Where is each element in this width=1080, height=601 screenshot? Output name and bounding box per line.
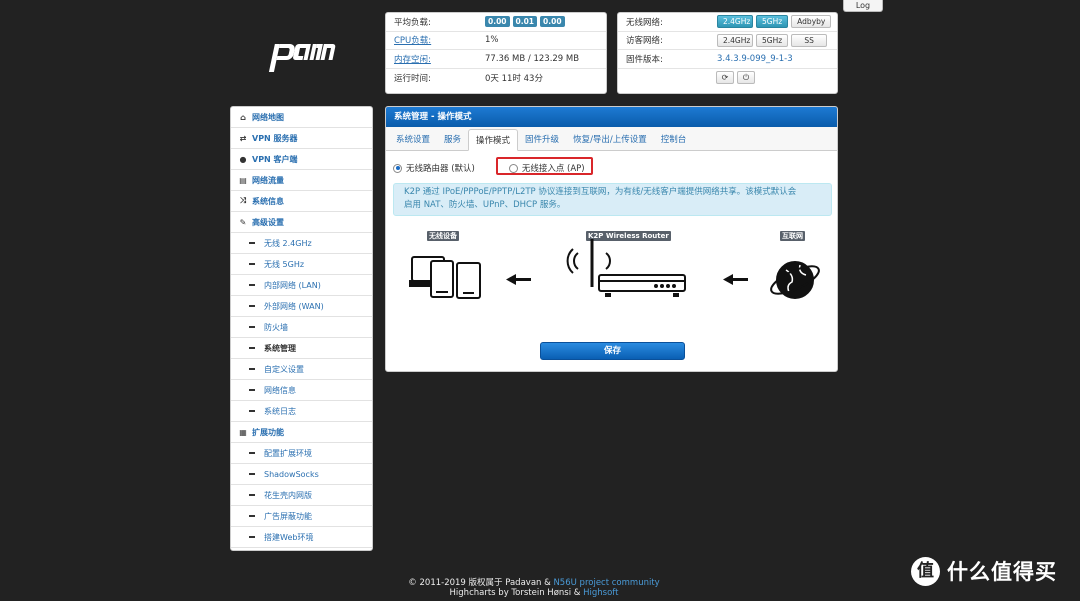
- watermark-logo: 值: [911, 556, 940, 586]
- tab-operation-mode[interactable]: 操作模式: [468, 129, 519, 151]
- exchange-icon: ⇄: [239, 133, 247, 143]
- uptime-row: 运行时间: 0天 11时 43分: [386, 69, 606, 88]
- tab-console[interactable]: 控制台: [654, 129, 694, 150]
- guest-row: 访客网络: 2.4GHz 5GHz SS: [618, 32, 837, 50]
- wrench-icon: ✎: [239, 217, 247, 227]
- sidebar-item-vpn-client[interactable]: ● VPN 客户端: [231, 149, 372, 170]
- padavan-logo: [265, 34, 345, 74]
- sidebar-sub-shadowsocks[interactable]: ShadowSocks: [231, 464, 372, 485]
- devices-icon: [409, 256, 481, 299]
- firmware-version-link[interactable]: 3.4.3.9-099_9-1-3: [717, 54, 793, 64]
- watermark: 值 什么值得买: [911, 556, 1057, 586]
- sidebar-sub-oray[interactable]: 花生壳内网版: [231, 485, 372, 506]
- adbyby-button[interactable]: Adbyby: [791, 15, 832, 29]
- network-status-box: 无线网络: 2.4GHz 5GHz Adbyby 访客网络: 2.4GHz 5G…: [617, 12, 838, 94]
- sidebar-sub-firewall[interactable]: 防火墙: [231, 317, 372, 338]
- refresh-icon[interactable]: ⟳: [716, 71, 734, 85]
- sidebar-sub-administration[interactable]: 系统管理: [231, 338, 372, 359]
- sidebar-item-vpn-server[interactable]: ⇄ VPN 服务器: [231, 128, 372, 149]
- power-icon[interactable]: ⏻: [737, 71, 755, 85]
- monitor-icon: ▤: [239, 175, 247, 185]
- firmware-row: 固件版本: 3.4.3.9-099_9-1-3: [618, 50, 837, 69]
- save-button[interactable]: 保存: [540, 342, 685, 360]
- footer-line2: Highcharts by Torstein Hønsi & Highsoft: [449, 588, 619, 598]
- sidebar-sub-wireless-2g[interactable]: 无线 2.4GHz: [231, 233, 372, 254]
- uptime-label: 运行时间:: [394, 73, 431, 84]
- system-status-box: 平均负载: 0.00 0.01 0.00 CPU负载: 1% 内存空闲: 77.…: [385, 12, 607, 94]
- sidebar-sub-wireless-5g[interactable]: 无线 5GHz: [231, 254, 372, 275]
- sidebar-item-advanced[interactable]: ✎ 高级设置: [231, 212, 372, 233]
- wireless-row: 无线网络: 2.4GHz 5GHz Adbyby: [618, 13, 837, 32]
- guest-5g-button[interactable]: 5GHz: [756, 33, 789, 47]
- sidebar-menu: ⌂ 网络地图 ⇄ VPN 服务器 ● VPN 客户端 ▤ 网络流量 ⤨ 系统信息 ✎ 高级设…: [230, 106, 373, 551]
- log-button[interactable]: Log: [843, 0, 883, 12]
- tab-bar: 系统设置 服务 操作模式 固件升级 恢复/导出/上传设置 控制台: [386, 127, 837, 151]
- diagram-graphics: [409, 239, 820, 299]
- tab-system-settings[interactable]: 系统设置: [389, 129, 437, 150]
- sidebar-sub-syslog[interactable]: 系统日志: [231, 401, 372, 422]
- globe-icon: ●: [239, 154, 247, 164]
- watermark-text: 什么值得买: [947, 560, 1057, 584]
- load-average-label: 平均负载:: [394, 17, 431, 28]
- mode-description: K2P 通过 IPoE/PPPoE/PPTP/L2TP 协议连接到互联网，为有线…: [393, 183, 832, 216]
- tab-firmware-upgrade[interactable]: 固件升级: [518, 129, 566, 150]
- operation-mode-panel: 系统管理 - 操作模式 系统设置 服务 操作模式 固件升级 恢复/导出/上传设置…: [385, 106, 838, 372]
- left-arrow-icon-2: [723, 274, 748, 285]
- mode-diagram: 无线设备 K2P Wireless Router 互联网: [386, 225, 837, 315]
- ap-highlight-box: [496, 157, 593, 175]
- load-1min-badge: 0.00: [485, 16, 510, 28]
- tab-services[interactable]: 服务: [437, 129, 468, 150]
- load-5min-badge: 0.01: [512, 16, 538, 28]
- load-average-row: 平均负载: 0.00 0.01 0.00: [386, 13, 606, 32]
- sidebar-item-extensions[interactable]: ▦ 扩展功能: [231, 422, 372, 443]
- sidebar-sub-custom[interactable]: 自定义设置: [231, 359, 372, 380]
- memory-row: 内存空闲: 77.36 MB / 123.29 MB: [386, 50, 606, 69]
- home-icon: ⌂: [240, 112, 246, 122]
- left-arrow-icon: [506, 274, 531, 285]
- sidebar-sub-web-env[interactable]: 搭建Web环境: [231, 527, 372, 548]
- action-row: ⟳ ⏻: [618, 69, 837, 88]
- panel-title: 系统管理 - 操作模式: [386, 107, 837, 127]
- firmware-label: 固件版本:: [626, 54, 663, 65]
- sidebar-sub-lan[interactable]: 内部网络 (LAN): [231, 275, 372, 296]
- footer-community-link[interactable]: N56U project community: [553, 578, 659, 588]
- cpu-load-value: 1%: [485, 35, 499, 46]
- footer-highsoft-link[interactable]: Highsoft: [583, 588, 618, 598]
- ss-button[interactable]: SS: [791, 33, 828, 47]
- sidebar-item-traffic[interactable]: ▤ 网络流量: [231, 170, 372, 191]
- tab-restore-export[interactable]: 恢复/导出/上传设置: [566, 129, 654, 150]
- guest-label: 访客网络:: [626, 36, 663, 47]
- wireless-label: 无线网络:: [626, 17, 663, 28]
- sidebar-sub-wan[interactable]: 外部网络 (WAN): [231, 296, 372, 317]
- mode-radio-group: 无线路由器 (默认) 无线接入点 (AP): [393, 157, 593, 175]
- footer-line1: © 2011-2019 版权属于 Padavan & N56U project …: [408, 578, 660, 588]
- internet-globe-icon: [770, 261, 820, 299]
- sidebar-sub-network-info[interactable]: 网络信息: [231, 380, 372, 401]
- cpu-load-row: CPU负载: 1%: [386, 32, 606, 50]
- shuffle-icon: ⤨: [239, 196, 247, 205]
- sidebar-item-network-map[interactable]: ⌂ 网络地图: [231, 107, 372, 128]
- sidebar-sub-adblock[interactable]: 广告屏蔽功能: [231, 506, 372, 527]
- uptime-value: 0天 11时 43分: [485, 73, 543, 84]
- wireless-5g-button[interactable]: 5GHz: [756, 15, 789, 29]
- router-icon: [566, 239, 686, 297]
- wireless-2g-button[interactable]: 2.4GHz: [717, 15, 753, 29]
- memory-free-link[interactable]: 内存空闲:: [394, 53, 485, 65]
- sidebar-item-system-info[interactable]: ⤨ 系统信息: [231, 191, 372, 212]
- memory-value: 77.36 MB / 123.29 MB: [485, 53, 580, 64]
- radio-router-dot[interactable]: [393, 163, 402, 173]
- cpu-load-link[interactable]: CPU负载:: [394, 34, 485, 46]
- load-15min-badge: 0.00: [540, 16, 565, 28]
- radio-router-mode[interactable]: 无线路由器 (默认): [393, 162, 475, 174]
- grid-icon: ▦: [239, 427, 247, 437]
- guest-2g-button[interactable]: 2.4GHz: [717, 33, 753, 47]
- sidebar-sub-ext-env[interactable]: 配置扩展环境: [231, 443, 372, 464]
